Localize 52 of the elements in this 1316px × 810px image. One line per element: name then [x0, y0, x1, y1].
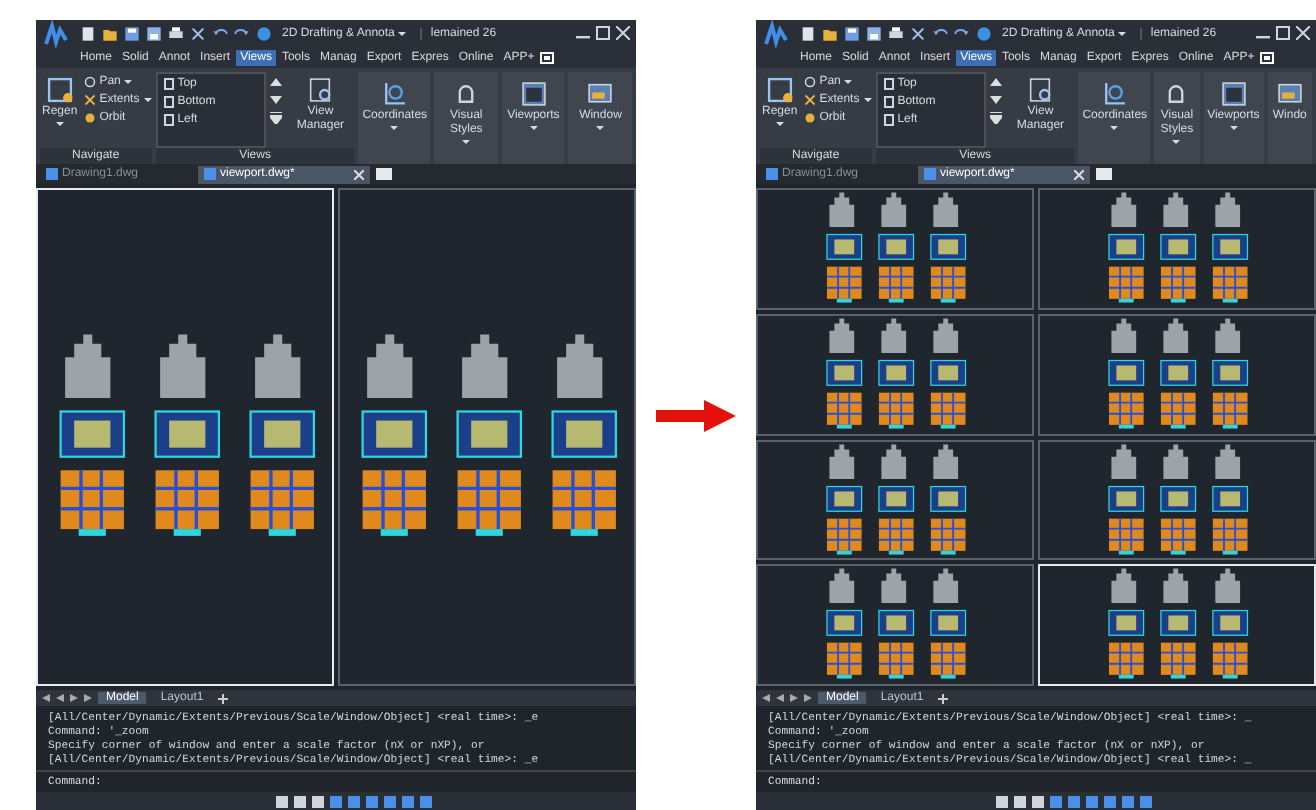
document-icon[interactable]: [800, 25, 816, 41]
document-icon[interactable]: [80, 25, 96, 41]
save-icon[interactable]: [844, 25, 860, 41]
folder-icon[interactable]: [822, 25, 838, 41]
add-icon[interactable]: [937, 693, 948, 703]
logo-icon: [762, 20, 790, 47]
maximize-icon[interactable]: [596, 26, 610, 40]
printer-icon[interactable]: [168, 25, 184, 41]
add-icon[interactable]: [217, 693, 228, 703]
scroll-up-icon[interactable]: [270, 76, 283, 88]
scroll-down-icon[interactable]: [990, 94, 1003, 106]
expand-icon[interactable]: [990, 112, 1003, 124]
coordinates-icon: [380, 80, 409, 108]
window-icon: [586, 80, 615, 108]
viewports-icon: [519, 80, 548, 108]
close-icon[interactable]: [616, 26, 630, 40]
view-manager-icon: [306, 76, 335, 104]
save-as-icon[interactable]: [146, 25, 162, 41]
redo-icon[interactable]: [954, 25, 970, 41]
undo-icon[interactable]: [212, 25, 228, 41]
window-icon: [1275, 80, 1304, 108]
regen-icon: [765, 76, 794, 104]
viewport[interactable]: [338, 188, 636, 686]
file-icon: [46, 168, 58, 180]
redo-icon[interactable]: [234, 25, 250, 41]
save-as-icon[interactable]: [866, 25, 882, 41]
scroll-up-icon[interactable]: [990, 76, 1003, 88]
expand-icon[interactable]: [270, 112, 283, 124]
logo-icon: [42, 20, 70, 47]
close-icon[interactable]: [354, 169, 364, 179]
maximize-icon[interactable]: [1276, 26, 1290, 40]
printer-icon[interactable]: [888, 25, 904, 41]
right-arrow: [656, 399, 736, 431]
coordinates-icon: [1100, 80, 1129, 108]
file-icon: [924, 168, 936, 180]
viewports-icon: [1219, 80, 1248, 108]
panel-toggle-icon[interactable]: [540, 51, 555, 63]
file-icon: [204, 168, 216, 180]
undo-icon[interactable]: [932, 25, 948, 41]
caret-icon: [55, 122, 64, 126]
file-icon: [766, 168, 778, 180]
caret-icon: [1118, 31, 1127, 35]
view-manager-icon: [1026, 76, 1055, 104]
caret-icon: [398, 31, 407, 35]
folder-icon[interactable]: [102, 25, 118, 41]
regen-icon: [45, 76, 74, 104]
scroll-down-icon[interactable]: [270, 94, 283, 106]
caret-icon: [775, 122, 784, 126]
panel-toggle-icon[interactable]: [1260, 51, 1275, 63]
save-icon[interactable]: [124, 25, 140, 41]
close-icon[interactable]: [1296, 26, 1310, 40]
close-icon[interactable]: [1074, 169, 1084, 179]
